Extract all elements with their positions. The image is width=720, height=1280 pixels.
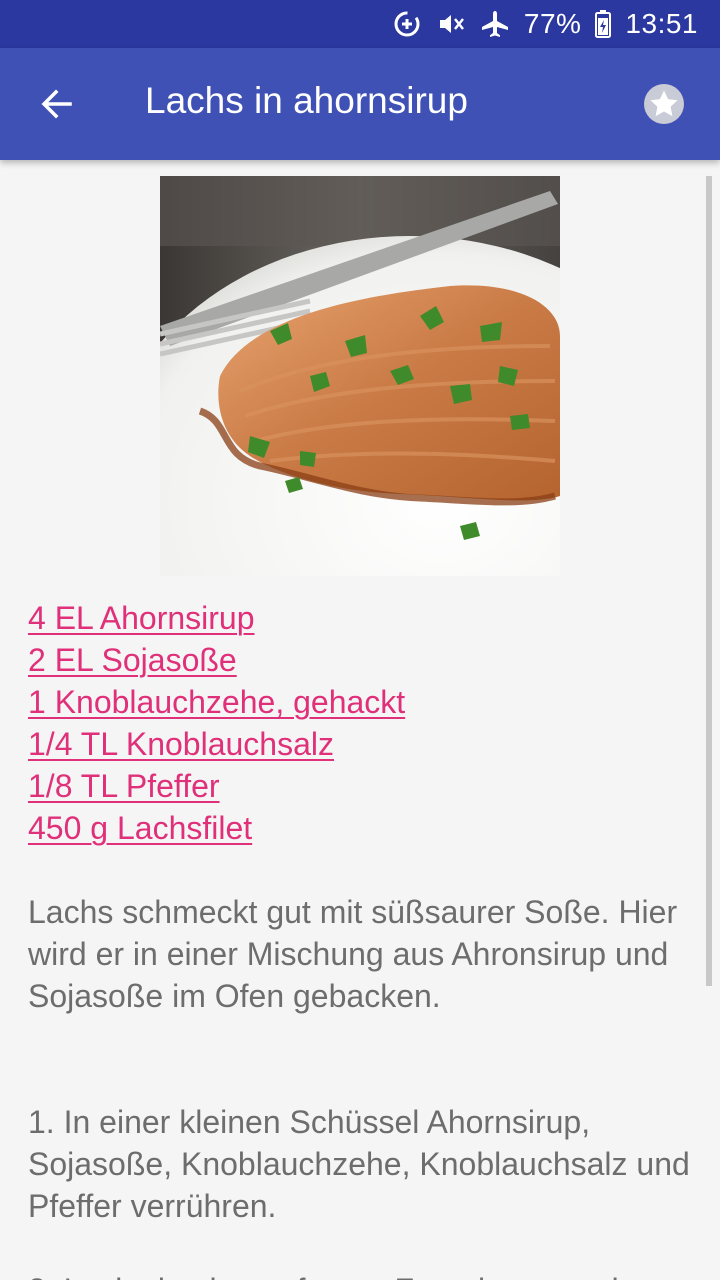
ingredient-link[interactable]: 2 EL Sojasoße — [28, 639, 688, 681]
favorite-button[interactable] — [636, 76, 692, 132]
recipe-step-1: 1. In einer kleinen Schüssel Ahornsirup,… — [28, 1104, 690, 1224]
ingredient-link[interactable]: 4 EL Ahornsirup — [28, 597, 688, 639]
ingredient-link[interactable]: 1/8 TL Pfeffer — [28, 765, 688, 807]
back-button[interactable] — [28, 76, 84, 132]
ingredient-list: 4 EL Ahornsirup 2 EL Sojasoße 1 Knoblauc… — [28, 597, 688, 849]
airplane-mode-icon — [480, 9, 510, 39]
ingredient-link[interactable]: 450 g Lachsfilet — [28, 807, 688, 849]
mute-vibrate-icon — [436, 9, 466, 39]
star-circle-icon — [644, 84, 684, 124]
scrollbar[interactable] — [706, 176, 712, 986]
battery-charging-icon — [595, 9, 612, 39]
app-bar: Lachs in ahornsirup — [0, 48, 720, 160]
status-bar: 77% 13:51 — [0, 0, 720, 48]
recipe-step-2: 2. Lachs in eine gefettete Form legen un… — [28, 1269, 708, 1280]
clock: 13:51 — [625, 8, 698, 39]
recipe-intro: Lachs schmeckt gut mit süßsaurer Soße. H… — [28, 894, 678, 1014]
ingredient-link[interactable]: 1 Knoblauchzehe, gehackt — [28, 681, 688, 723]
battery-percentage: 77% — [523, 8, 582, 39]
recipe-photo — [160, 176, 560, 576]
recipe-content[interactable]: 4 EL Ahornsirup 2 EL Sojasoße 1 Knoblauc… — [0, 160, 720, 1280]
page-title: Lachs in ahornsirup — [145, 80, 468, 121]
data-saver-icon — [392, 9, 422, 39]
salmon-fillet-photo — [160, 176, 560, 576]
arrow-left-icon — [41, 89, 72, 119]
ingredient-link[interactable]: 1/4 TL Knoblauchsalz — [28, 723, 688, 765]
